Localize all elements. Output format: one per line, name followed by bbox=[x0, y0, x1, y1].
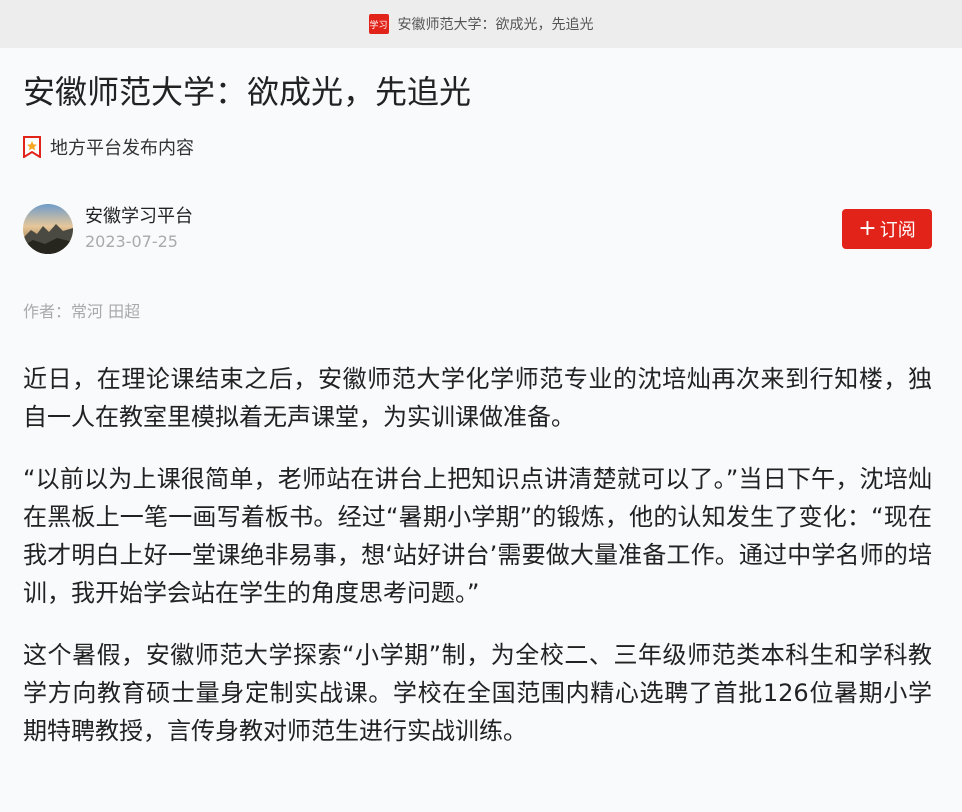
paragraph: 近日，在理论课结束之后，安徽师范大学化学师范专业的沈培灿再次来到行知楼，独自一人… bbox=[23, 365, 932, 431]
paragraph: 这个暑假，安徽师范大学探索“小学期”制，为全校二、三年级师范类本科生和学科教学方… bbox=[23, 641, 932, 745]
source-label: 地方平台发布内容 bbox=[50, 138, 194, 159]
top-bar-title: 安徽师范大学：欲成光，先追光 bbox=[397, 17, 594, 33]
top-bar: 学习 安徽师范大学：欲成光，先追光 bbox=[0, 0, 962, 48]
article-writer: 作者：常河 田超 bbox=[23, 302, 141, 321]
xuexi-logo-icon: 学习 bbox=[368, 14, 389, 34]
subscribe-label: 订阅 bbox=[879, 220, 916, 241]
subscribe-button[interactable]: + 订阅 bbox=[842, 209, 932, 249]
article: 安徽师范大学：欲成光，先追光 地方平台发布内容 安徽学习平台 2023-07-2… bbox=[0, 48, 962, 750]
article-title: 安徽师范大学：欲成光，先追光 bbox=[23, 73, 472, 111]
publish-date: 2023-07-25 bbox=[85, 232, 178, 251]
avatar[interactable] bbox=[23, 204, 73, 254]
source-tag: 地方平台发布内容 bbox=[23, 134, 932, 160]
mountain-avatar-icon bbox=[23, 204, 73, 254]
plus-icon: + bbox=[858, 216, 877, 241]
author-info: 安徽学习平台 2023-07-25 bbox=[85, 205, 842, 253]
bookmark-star-icon bbox=[23, 136, 41, 158]
paragraph: “以前以为上课很简单，老师站在讲台上把知识点讲清楚就可以了。”当日下午，沈培灿在… bbox=[23, 465, 932, 607]
author-name[interactable]: 安徽学习平台 bbox=[85, 205, 842, 229]
author-row: 安徽学习平台 2023-07-25 + 订阅 bbox=[23, 203, 932, 255]
